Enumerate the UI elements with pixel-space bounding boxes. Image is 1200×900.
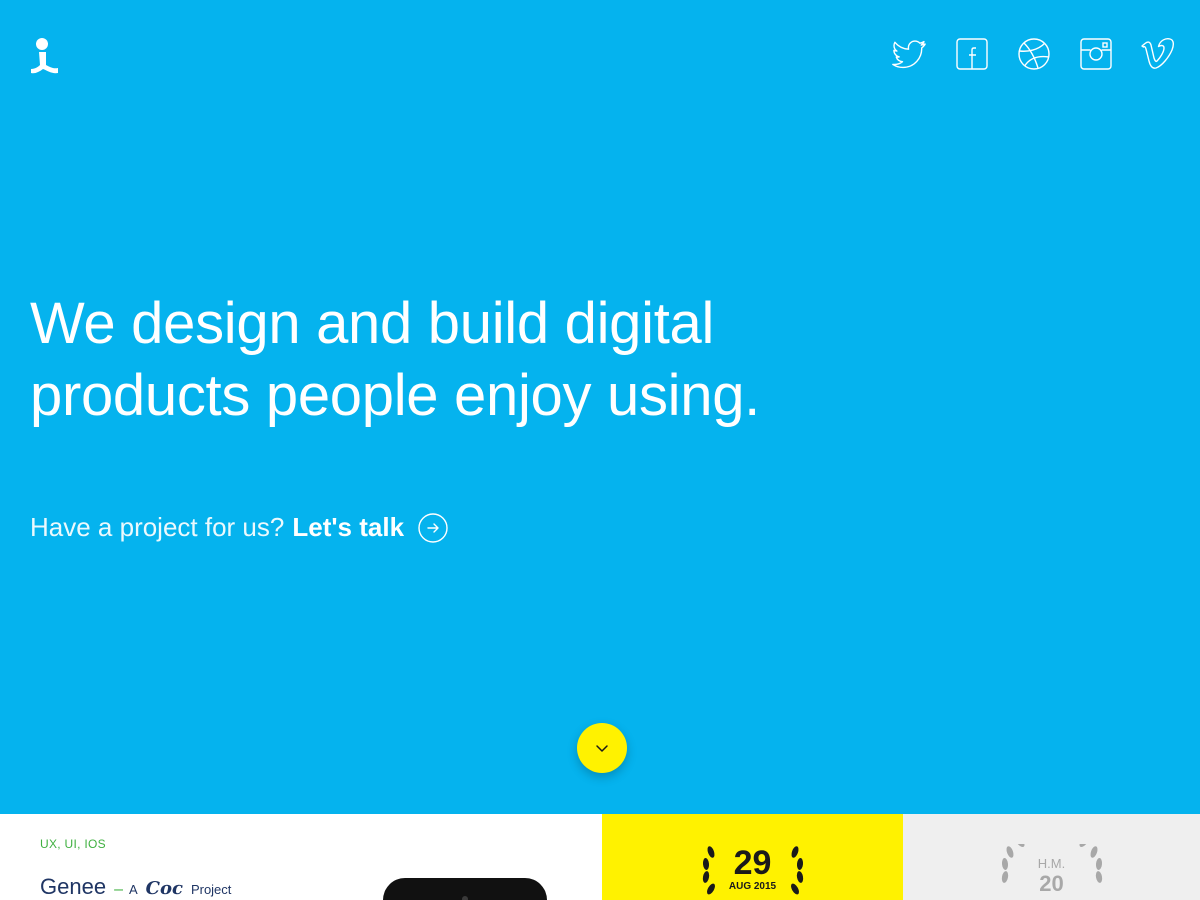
project-name: Genee (40, 874, 107, 899)
award-badge-grey: H.M. 20 (1000, 844, 1104, 900)
award-card-grey[interactable]: H.M. 20 (903, 814, 1200, 900)
project-title: Genee – A Coc Project (40, 874, 231, 900)
title-suffix: Project (190, 882, 232, 897)
vimeo-icon[interactable] (1140, 36, 1176, 72)
award-day-grey: 20 (1039, 871, 1064, 896)
chevron-down-icon (596, 745, 608, 752)
award-badge: 29 AUG 2015 (701, 844, 805, 900)
cta-question: Have a project for us? (30, 512, 285, 542)
headline-line-2: products people enjoy using. (30, 363, 760, 428)
project-card-genee[interactable]: UX, UI, IOS Genee – A Coc Project (0, 814, 602, 900)
work-cards: UX, UI, IOS Genee – A Coc Project 29 AUG… (0, 814, 1200, 900)
client-logo: Coc (145, 878, 183, 899)
award-day: 29 (733, 844, 772, 882)
title-separator: – (114, 881, 123, 898)
lets-talk-link[interactable]: Let's talk (292, 512, 404, 543)
instagram-icon[interactable] (1078, 36, 1114, 72)
twitter-icon[interactable] (892, 36, 928, 72)
phone-camera (462, 896, 468, 900)
award-abbreviation: H.M. (1037, 856, 1066, 871)
award-date: AUG 2015 (728, 881, 777, 892)
title-article: A (128, 882, 138, 897)
person-logo-icon[interactable] (28, 38, 62, 78)
dribbble-icon[interactable] (1016, 36, 1052, 72)
hero-headline: We design and build digital products peo… (30, 288, 930, 432)
project-tags: UX, UI, IOS (40, 837, 106, 851)
award-card-yellow[interactable]: 29 AUG 2015 (602, 814, 903, 900)
arrow-right-circle-icon[interactable] (418, 512, 448, 543)
scroll-down-button[interactable] (577, 723, 627, 773)
facebook-icon[interactable] (954, 36, 990, 72)
phone-mockup (383, 878, 547, 900)
hero-section: We design and build digital products peo… (0, 0, 1200, 814)
headline-line-1: We design and build digital (30, 291, 715, 356)
social-links (892, 36, 1176, 72)
contact-cta: Have a project for us? Let's talk (30, 512, 448, 543)
